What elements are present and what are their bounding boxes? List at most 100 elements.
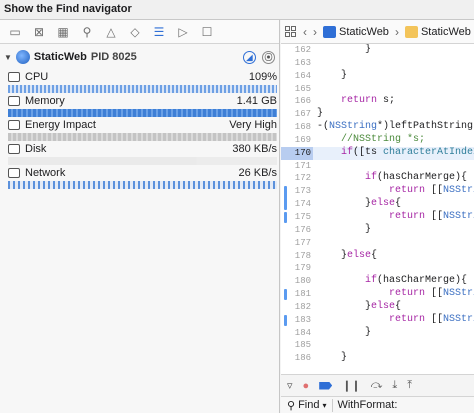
line-number[interactable]: 180 (281, 275, 313, 288)
folder-icon (404, 25, 418, 38)
code-line[interactable]: 170 if([ts characterAtIndex: (281, 146, 474, 160)
line-number[interactable]: 168 (281, 121, 313, 134)
code-line[interactable]: 164 } (281, 70, 474, 83)
step-over-icon[interactable]: ⤼ (371, 379, 383, 392)
code-line[interactable]: 166 return s; (281, 95, 474, 108)
line-number[interactable]: 164 (281, 70, 313, 83)
gauge-energy[interactable]: Energy Impact Very High (0, 118, 279, 142)
gauge-cpu[interactable]: CPU 109% (0, 70, 279, 94)
gauge-value: 109% (248, 71, 277, 83)
source-editor[interactable]: 162 } 163 164 } 165 166 return s; 167} 168 -(NS… (281, 44, 474, 374)
source-control-icon[interactable]: ⊠ (28, 22, 50, 42)
process-row[interactable]: ▼ StaticWeb PID 8025 ◢ ⦿ (0, 44, 279, 70)
hide-debug-area-icon[interactable]: ▿ (287, 379, 293, 392)
symbol-icon[interactable]: ▦ (52, 22, 74, 42)
code-line[interactable]: 169 //NSString *s; (281, 134, 474, 147)
code-text: } (317, 108, 324, 120)
code-line[interactable]: 179 (281, 262, 474, 275)
line-number[interactable]: 186 (281, 352, 313, 365)
line-number[interactable]: 167 (281, 108, 313, 121)
test-icon[interactable]: ◇ (124, 22, 146, 42)
code-line[interactable]: 167} (281, 108, 474, 121)
line-number[interactable]: 171 (281, 160, 313, 173)
disclosure-triangle-icon[interactable]: ▼ (4, 53, 12, 62)
code-line[interactable]: 174 }else{ (281, 198, 474, 211)
code-text: } (317, 352, 348, 364)
code-text: if(hasCharMerge){ (365, 275, 468, 287)
code-line[interactable]: 178 }else{ (281, 250, 474, 263)
gauge-value: 380 KB/s (232, 143, 277, 155)
breadcrumb-separator-icon: › (394, 24, 399, 39)
line-number[interactable]: 184 (281, 327, 313, 340)
pause-icon[interactable]: ❙❙ (342, 379, 360, 392)
issue-icon[interactable]: △ (100, 22, 122, 42)
line-number[interactable]: 185 (281, 339, 313, 352)
line-number[interactable]: 162 (281, 44, 313, 57)
code-line[interactable]: 175 return [[NSString (281, 211, 474, 224)
debug-icon[interactable]: ☰ (148, 22, 170, 42)
gauge-network[interactable]: Network 26 KB/s (0, 166, 279, 190)
code-line[interactable]: 181 return [[NSString (281, 288, 474, 301)
code-line[interactable]: 183 return [[NSString (281, 314, 474, 327)
line-number[interactable]: 182 (281, 301, 313, 314)
line-number[interactable]: 163 (281, 57, 313, 70)
code-text: }else{ (317, 249, 378, 261)
code-text: return [[NSString (389, 288, 474, 300)
chevron-down-icon: ▾ (322, 400, 327, 410)
code-line[interactable]: 186 } (281, 352, 474, 365)
code-line[interactable]: 173 return [[NSString (281, 185, 474, 198)
code-line[interactable]: 177 (281, 237, 474, 250)
memory-graph-icon[interactable]: ⦿ (262, 50, 275, 64)
find-mode-dropdown[interactable]: ⚲ Find ▾ (287, 398, 334, 412)
code-line[interactable]: 176 } (281, 224, 474, 237)
forward-icon[interactable]: › (313, 25, 317, 39)
code-text: } (317, 326, 372, 338)
code-line[interactable]: 172 if(hasCharMerge){ (281, 172, 474, 185)
line-number[interactable]: 166 (281, 95, 313, 108)
code-line[interactable]: 165 (281, 83, 474, 96)
find-mode-label: Find (298, 399, 320, 411)
code-line[interactable]: 168 -(NSString*)leftPathString:( (281, 121, 474, 134)
code-text: } (317, 69, 348, 81)
line-number[interactable]: 177 (281, 237, 313, 250)
line-number[interactable]: 170 (281, 146, 313, 160)
code-line[interactable]: 171 (281, 160, 474, 173)
gauge-label: Network (25, 167, 66, 179)
line-number[interactable]: 169 (281, 134, 313, 147)
step-into-icon[interactable]: ⤓ (392, 379, 397, 392)
find-icon[interactable]: ⚲ (76, 22, 98, 42)
line-number[interactable]: 165 (281, 83, 313, 96)
code-line[interactable]: 163 (281, 57, 474, 70)
code-text: } (317, 44, 372, 55)
code-text: if(hasCharMerge){ (365, 172, 468, 184)
breakpoint-activate-icon[interactable] (319, 381, 333, 390)
line-number[interactable]: 176 (281, 224, 313, 237)
find-input[interactable]: WithFormat: (337, 399, 397, 411)
breakpoints-toggle-icon[interactable]: ● (303, 380, 310, 392)
code-line[interactable]: 182 }else{ (281, 301, 474, 314)
breadcrumb-folder[interactable]: StaticWeb (404, 25, 471, 38)
code-text: return [[NSString (389, 313, 474, 325)
disk-graph (8, 157, 277, 165)
breadcrumb-project[interactable]: StaticWeb (323, 25, 389, 38)
line-number[interactable]: 179 (281, 262, 313, 275)
folder-icon[interactable]: ▭ (4, 22, 26, 42)
breakpoint-icon[interactable]: ▷ (172, 22, 194, 42)
code-line[interactable]: 180 if(hasCharMerge){ (281, 275, 474, 288)
app-icon (15, 50, 30, 64)
back-icon[interactable]: ‹ (303, 25, 307, 39)
code-line[interactable]: 185 (281, 339, 474, 352)
report-icon[interactable]: ☐ (196, 22, 218, 42)
line-number[interactable]: 172 (281, 172, 313, 185)
jump-bar: ‹ › StaticWeb › StaticWeb (281, 20, 474, 44)
code-text: return s; (341, 95, 396, 107)
gauge-disk[interactable]: Disk 380 KB/s (0, 142, 279, 166)
code-line[interactable]: 184 } (281, 327, 474, 340)
gauge-memory[interactable]: Memory 1.41 GB (0, 94, 279, 118)
line-number[interactable]: 178 (281, 250, 313, 263)
step-out-icon[interactable]: ⤒ (407, 379, 412, 392)
related-items-icon[interactable] (285, 25, 297, 38)
pause-process-icon[interactable]: ◢ (243, 50, 256, 64)
gauge-value: 26 KB/s (238, 167, 277, 179)
code-line[interactable]: 162 } (281, 44, 474, 57)
